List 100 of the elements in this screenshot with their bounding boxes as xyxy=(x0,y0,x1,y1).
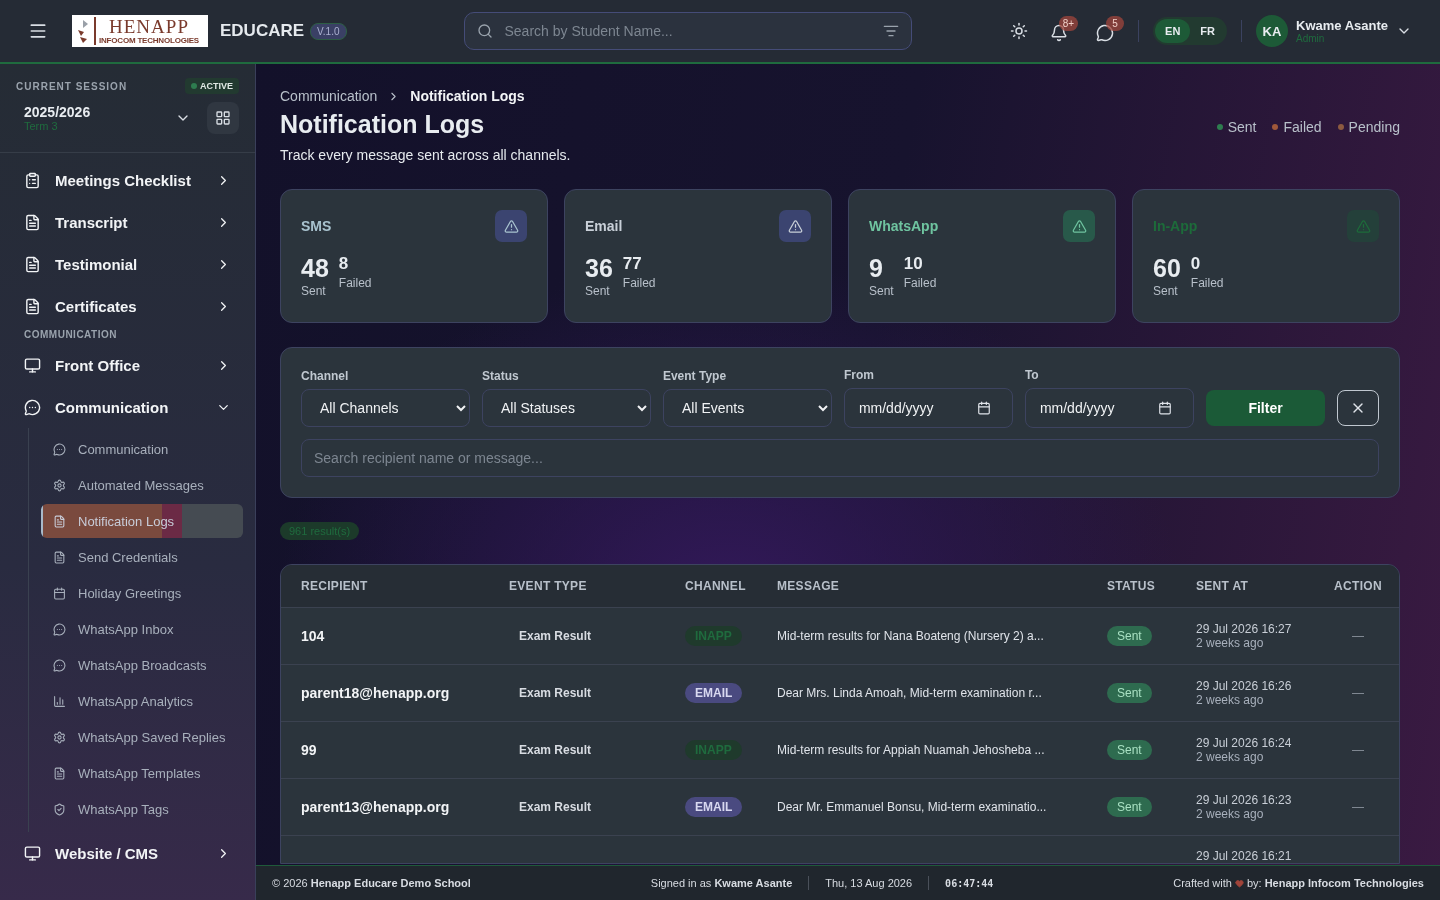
user-avatar[interactable]: KA xyxy=(1256,15,1288,47)
card-title: WhatsApp xyxy=(869,218,939,234)
grid-icon xyxy=(215,110,231,126)
date-input[interactable]: mm/dd/yyyy xyxy=(1037,399,1158,417)
sidebar-subitem[interactable]: WhatsApp Broadcasts xyxy=(41,648,243,682)
document-icon xyxy=(53,766,66,780)
sidebar-subitem[interactable]: Send Credentials xyxy=(41,540,243,574)
user-name: Kwame Asante xyxy=(1296,18,1388,33)
gear-icon xyxy=(53,730,66,744)
document-icon xyxy=(24,255,41,273)
chat-icon xyxy=(53,622,66,636)
stat-label: Failed xyxy=(338,276,372,290)
sidebar-item[interactable]: Website / CMS xyxy=(12,832,243,874)
action-cell-text: — xyxy=(1351,629,1365,643)
sidebar-subitem[interactable]: Holiday Greetings xyxy=(41,576,243,610)
sidebar-item[interactable]: Testimonial xyxy=(12,243,243,285)
stat-label: Failed xyxy=(622,276,656,290)
company-logo: HENAPP INFOCOM TECHNOLOGIES xyxy=(72,15,208,47)
app-name: EDUCARE xyxy=(220,21,305,41)
date-input[interactable]: mm/dd/yyyy xyxy=(856,399,977,417)
sidebar-subitem[interactable]: WhatsApp Analytics xyxy=(41,684,243,718)
bar-chart-icon xyxy=(53,694,66,708)
user-role: Admin xyxy=(1296,33,1326,44)
relative-time: 2 weeks ago xyxy=(1196,636,1265,650)
stat-label: Failed xyxy=(903,276,937,290)
legend-label: Sent xyxy=(1227,119,1257,135)
sidebar-subitem[interactable]: WhatsApp Templates xyxy=(41,756,243,790)
stat-label: Sent xyxy=(301,284,327,298)
status-badge: Sent xyxy=(1107,797,1152,817)
event-cell-text: Exam Result xyxy=(518,743,593,757)
recipient-cell-text: parent18@henapp.org xyxy=(300,685,451,701)
sidebar-item[interactable]: Transcript xyxy=(12,201,243,243)
sent-count: 60 xyxy=(1153,254,1181,282)
card-title: Email xyxy=(585,218,623,234)
breadcrumb-link[interactable]: Communication xyxy=(280,88,378,104)
sidebar-item[interactable]: Meetings Checklist xyxy=(12,159,243,201)
recipient-cell-text: 104 xyxy=(300,628,326,644)
sidebar-subitem[interactable]: WhatsApp Inbox xyxy=(41,612,243,646)
crafted-text: Crafted with xyxy=(1173,877,1232,889)
field-label: Status xyxy=(481,369,520,383)
action-cell-text: — xyxy=(1351,686,1365,700)
sidebar-subitem[interactable]: Notification Logs xyxy=(41,504,243,538)
channel-badge: EMAIL xyxy=(685,683,743,703)
credit-text: by: Henapp Infocom Technologies xyxy=(1246,877,1424,889)
warning-icon xyxy=(495,210,527,242)
sidebar-subitem[interactable]: Automated Messages xyxy=(41,468,243,502)
date-field[interactable]: mm/dd/yyyy xyxy=(1024,388,1194,428)
select-field[interactable]: All Channels xyxy=(301,389,470,427)
column-header: EVENT TYPE xyxy=(508,579,588,593)
search-bar[interactable]: Search by Student Name... xyxy=(463,12,912,50)
search-field[interactable]: Search by Student Name... xyxy=(502,22,873,40)
sent-time: 29 Jul 2026 16:23 xyxy=(1196,793,1293,807)
monitor-icon xyxy=(24,844,41,862)
gear-icon xyxy=(53,478,66,492)
sidebar-item[interactable]: Front Office xyxy=(12,344,243,386)
page-title: Notification Logs xyxy=(280,110,485,139)
sent-time: 29 Jul 2026 16:24 xyxy=(1196,736,1293,750)
active-badge: ACTIVE xyxy=(185,78,239,94)
select-field[interactable]: All Statuses xyxy=(481,389,651,427)
status-badge: Sent xyxy=(1107,683,1152,703)
field-label: From xyxy=(843,368,875,382)
sidebar-item[interactable]: Certificates xyxy=(12,285,243,327)
calendar-icon[interactable] xyxy=(976,401,991,415)
filter-icon[interactable] xyxy=(882,23,899,39)
search-field[interactable]: Search recipient name or message... xyxy=(301,439,1379,477)
filter-button[interactable]: Filter xyxy=(1205,390,1326,426)
language-button[interactable]: EN xyxy=(1155,19,1191,43)
warning-icon xyxy=(1063,210,1095,242)
sent-count: 9 xyxy=(869,254,884,282)
legend-label: Failed xyxy=(1283,119,1322,135)
date-field[interactable]: mm/dd/yyyy xyxy=(843,388,1013,428)
section-label: COMMUNICATION xyxy=(23,328,118,342)
event-cell-text: Exam Result xyxy=(518,800,593,814)
session-year: 2025/2026 xyxy=(24,104,91,120)
message-cell-text: Mid-term results for Nana Boateng (Nursery 2) a... xyxy=(776,629,1045,643)
message-cell-text: Mid-term results for Appiah Nuamah Jehosheba ... xyxy=(776,743,1046,757)
search-icon xyxy=(476,23,493,39)
column-header: ACTION xyxy=(1333,579,1383,593)
sidebar-item[interactable]: Communication xyxy=(12,386,243,428)
sidebar-subitem[interactable]: Communication xyxy=(41,432,243,466)
calendar-icon[interactable] xyxy=(1157,401,1172,415)
clear-button[interactable] xyxy=(1337,390,1379,426)
grid-button[interactable] xyxy=(207,102,239,134)
failed-count: 77 xyxy=(622,254,643,274)
messages-button[interactable]: 5 xyxy=(1092,16,1125,46)
card-title: SMS xyxy=(301,218,332,234)
monitor-icon xyxy=(24,356,41,374)
sidebar-subitem[interactable]: WhatsApp Tags xyxy=(41,792,243,826)
column-header: STATUS xyxy=(1106,579,1157,593)
document-icon xyxy=(24,213,41,231)
select-field[interactable]: All Events xyxy=(662,389,832,427)
sidebar-subitem[interactable]: WhatsApp Saved Replies xyxy=(41,720,243,754)
stat-label: Sent xyxy=(1153,284,1179,298)
sent-time: 29 Jul 2026 16:26 xyxy=(1196,679,1293,693)
version-badge: V.1.0 xyxy=(310,22,347,40)
sent-time: 29 Jul 2026 16:27 xyxy=(1196,622,1293,636)
notifications-button[interactable]: 8+ xyxy=(1046,16,1079,46)
event-cell-text: Exam Result xyxy=(518,686,593,700)
channel-badge: EMAIL xyxy=(685,797,743,817)
language-button[interactable]: FR xyxy=(1190,19,1225,43)
